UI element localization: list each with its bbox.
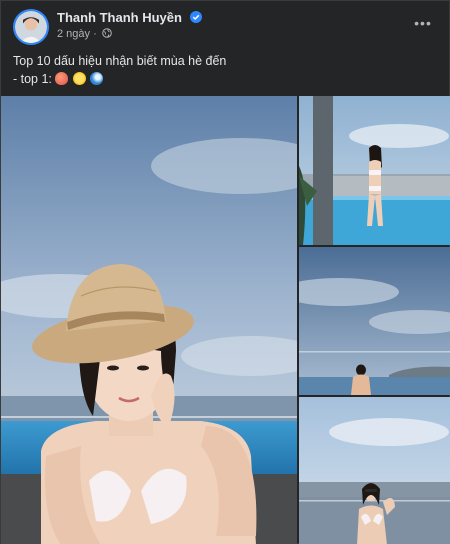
sun-emoji-icon [72,72,86,85]
more-options-button[interactable]: ••• [409,9,437,37]
photo-pool-standing-image [299,96,450,245]
verified-badge-icon [189,11,202,23]
caption-line-2: - top 1: [13,72,52,86]
post-time[interactable]: 2 ngày [57,28,90,40]
photo-selfie-city-image [299,397,450,544]
post-caption: Top 10 dấu hiệu nhận biết mùa hè đến - t… [13,52,437,88]
avatar-image [15,11,47,43]
photo-selfie-city[interactable] [299,397,450,544]
author-name-row: Thanh Thanh Huyền [57,10,202,25]
photo-grid [1,96,450,544]
photo-sea-view[interactable] [299,247,450,395]
caption-line-2-row: - top 1: [13,70,437,88]
post-header: Thanh Thanh Huyền 2 ngày · ••• [13,9,437,45]
peach-emoji-icon [55,72,69,85]
photo-pool-standing[interactable] [299,96,450,245]
caption-line-1: Top 10 dấu hiệu nhận biết mùa hè đến [13,54,227,68]
author-avatar[interactable] [13,9,49,45]
photo-main-image [1,96,297,544]
time-separator: · [93,28,97,40]
wave-emoji-icon [90,72,104,85]
public-globe-icon[interactable] [102,28,112,38]
author-name[interactable]: Thanh Thanh Huyền [57,10,182,25]
facebook-post: Thanh Thanh Huyền 2 ngày · ••• Top 10 dấ… [0,0,450,544]
photo-sea-view-image [299,247,450,395]
photo-main[interactable] [1,96,297,544]
more-options-icon: ••• [414,15,432,31]
post-meta: 2 ngày · [57,28,112,40]
